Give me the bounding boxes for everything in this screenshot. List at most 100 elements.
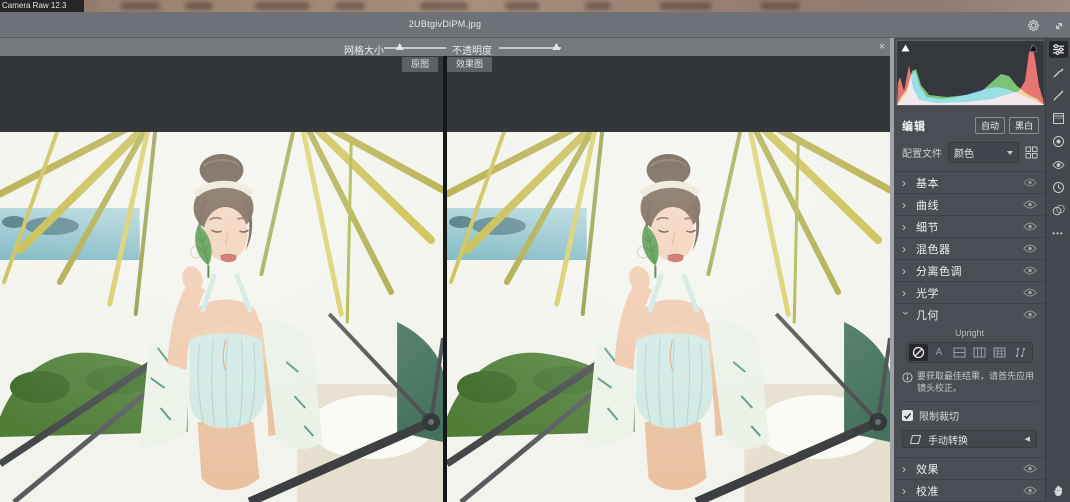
adjustment-brush-tool[interactable] — [1049, 87, 1068, 104]
geometry-hint-text: 要获取最佳结果，请首先应用镜头校正。 — [917, 371, 1037, 394]
constrain-crop-row[interactable]: 限制裁切 — [902, 408, 1037, 423]
eye-icon[interactable] — [1023, 222, 1037, 231]
eye-icon[interactable] — [1023, 288, 1037, 297]
preview-canvas: 原图 效果图 — [0, 56, 890, 502]
upright-auto-icon[interactable]: A — [929, 344, 948, 361]
panel-detail[interactable]: 细节 — [894, 215, 1045, 237]
upright-guided-icon[interactable] — [1011, 344, 1030, 361]
edit-header: 编辑 自动 黑白 — [894, 110, 1045, 139]
window-titlebar: Camera Raw 12.3 — [0, 0, 1070, 12]
panel-label: 分离色调 — [916, 263, 962, 279]
edit-title: 编辑 — [902, 118, 926, 134]
upright-vertical-icon[interactable] — [970, 344, 989, 361]
chevron-right-icon — [902, 200, 910, 210]
blurred-text — [120, 2, 160, 10]
close-overlay-icon[interactable]: × — [876, 41, 888, 53]
blurred-text — [335, 2, 365, 10]
blurred-text — [255, 2, 310, 10]
manual-transform-row[interactable]: 手动转换 ◀ — [902, 430, 1037, 448]
radial-filter-tool[interactable] — [1049, 133, 1068, 150]
panel-geometry[interactable]: 几何 — [894, 303, 1045, 325]
manual-transform-icon — [909, 434, 922, 445]
panel-curves[interactable]: 曲线 — [894, 193, 1045, 215]
bw-button[interactable]: 黑白 — [1009, 117, 1039, 134]
eye-icon[interactable] — [1023, 310, 1037, 319]
panel-color-mixer[interactable]: 混色器 — [894, 237, 1045, 259]
upright-label: Upright — [902, 328, 1037, 338]
panel-effects[interactable]: 效果 — [894, 457, 1045, 479]
edit-sliders-tool[interactable] — [1049, 41, 1068, 58]
panel-label: 效果 — [916, 461, 939, 477]
panel-label: 曲线 — [916, 197, 939, 213]
blurred-text — [760, 2, 800, 10]
auto-button[interactable]: 自动 — [975, 117, 1005, 134]
upright-full-icon[interactable] — [990, 344, 1009, 361]
eye-icon[interactable] — [1023, 266, 1037, 275]
edit-sidebar: 编辑 自动 黑白 配置文件 颜色 基本 曲线 细节 混色器 分离色调 — [894, 38, 1045, 502]
opacity-slider[interactable] — [499, 47, 561, 49]
eye-icon[interactable] — [1023, 244, 1037, 253]
profile-select[interactable]: 颜色 — [948, 142, 1019, 163]
panel-label: 混色器 — [916, 241, 951, 257]
eye-icon[interactable] — [1023, 464, 1037, 473]
grid-overlay-toolbar: 网格大小 不透明度 × — [0, 38, 890, 56]
spot-removal-tool[interactable] — [1049, 64, 1068, 81]
eye-icon[interactable] — [1023, 200, 1037, 209]
highlight-clipping-indicator[interactable] — [1029, 44, 1038, 52]
after-photo[interactable] — [447, 132, 890, 502]
collapse-left-icon[interactable]: ◀ — [1025, 435, 1030, 443]
profile-label: 配置文件 — [902, 145, 942, 160]
panel-optics[interactable]: 光学 — [894, 281, 1045, 303]
shadow-clipping-indicator[interactable] — [901, 44, 910, 52]
upright-mode-row: A — [906, 342, 1033, 363]
opacity-label: 不透明度 — [452, 42, 492, 57]
more-tools-icon[interactable]: ••• — [1049, 225, 1068, 242]
settings-gear-icon[interactable] — [1026, 18, 1041, 33]
panel-label: 基本 — [916, 175, 939, 191]
panel-label: 校准 — [916, 483, 939, 499]
after-button[interactable]: 效果图 — [447, 57, 492, 72]
panel-calibration[interactable]: 校准 — [894, 479, 1045, 501]
chevron-right-icon — [902, 244, 910, 254]
app-title: Camera Raw 12.3 — [2, 1, 66, 10]
upright-off-icon[interactable] — [909, 344, 928, 361]
histogram[interactable] — [896, 40, 1043, 106]
geometry-hint: 要获取最佳结果，请首先应用镜头校正。 — [902, 371, 1037, 394]
manual-transform-label: 手动转换 — [928, 432, 1025, 447]
profile-browser-icon[interactable] — [1025, 146, 1038, 159]
open-filename: 2UBtgivDiPM.jpg — [0, 19, 890, 29]
constrain-crop-checkbox[interactable] — [902, 410, 913, 421]
eye-icon[interactable] — [1023, 486, 1037, 495]
chevron-right-icon — [902, 288, 910, 298]
upright-level-icon[interactable] — [950, 344, 969, 361]
panel-label: 几何 — [916, 307, 939, 323]
opacity-slider-thumb[interactable] — [552, 43, 560, 50]
before-photo[interactable] — [0, 132, 443, 502]
snapshots-tool[interactable] — [1049, 179, 1068, 196]
blurred-text — [420, 2, 468, 10]
header-bar: 2UBtgivDiPM.jpg — [0, 12, 1070, 38]
info-icon — [902, 372, 913, 383]
eye-icon[interactable] — [1023, 178, 1037, 187]
before-button[interactable]: 原图 — [402, 57, 438, 72]
grid-size-slider[interactable] — [384, 47, 446, 49]
chevron-right-icon — [902, 222, 910, 232]
expand-fullscreen-icon[interactable] — [1051, 18, 1066, 33]
chevron-down-icon — [1007, 151, 1013, 155]
chevron-right-icon — [902, 178, 910, 188]
presets-tool[interactable] — [1049, 202, 1068, 219]
constrain-crop-label: 限制裁切 — [919, 408, 959, 423]
chevron-right-icon — [902, 486, 910, 496]
panel-split-toning[interactable]: 分离色调 — [894, 259, 1045, 281]
blurred-text — [505, 2, 539, 10]
graduated-filter-tool[interactable] — [1049, 110, 1068, 127]
chevron-right-icon — [902, 464, 910, 474]
app-title-chip: Camera Raw 12.3 — [0, 0, 84, 12]
red-eye-tool[interactable] — [1049, 156, 1068, 173]
panel-basic[interactable]: 基本 — [894, 171, 1045, 193]
tool-strip: ••• — [1045, 38, 1070, 502]
blurred-text — [660, 2, 712, 10]
hand-tool-icon[interactable] — [1052, 484, 1065, 497]
grid-size-slider-thumb[interactable] — [396, 43, 404, 50]
profile-row: 配置文件 颜色 — [894, 139, 1045, 171]
